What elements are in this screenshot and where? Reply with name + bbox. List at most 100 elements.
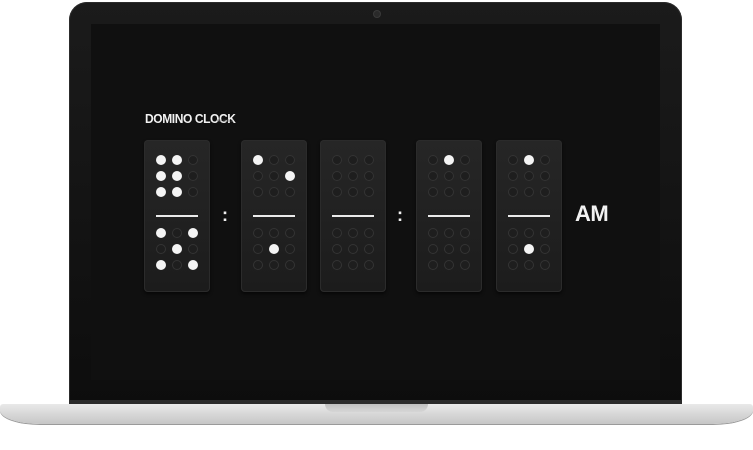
pip-on xyxy=(285,171,295,181)
pip-off xyxy=(285,244,295,254)
pip-off xyxy=(285,155,295,165)
pip-on xyxy=(444,155,454,165)
pip-off xyxy=(156,244,166,254)
pip-off xyxy=(269,155,279,165)
pip-on xyxy=(156,228,166,238)
pip-on xyxy=(156,260,166,270)
pip-on xyxy=(172,171,182,181)
domino-bottom-half xyxy=(508,226,550,280)
pip-off xyxy=(540,155,550,165)
pip-off xyxy=(172,260,182,270)
domino-tile xyxy=(416,140,482,292)
pip-off xyxy=(269,228,279,238)
pip-off xyxy=(428,260,438,270)
domino-top-half xyxy=(428,153,470,207)
pip-off xyxy=(188,244,198,254)
pip-off xyxy=(285,260,295,270)
domino-top-half xyxy=(253,153,295,207)
pip-off xyxy=(364,260,374,270)
pip-off xyxy=(524,228,534,238)
pip-off xyxy=(348,244,358,254)
domino-tile xyxy=(144,140,210,292)
pip-off xyxy=(364,187,374,197)
pip-off xyxy=(364,155,374,165)
domino-divider xyxy=(332,215,374,217)
pip-off xyxy=(460,187,470,197)
pip-on xyxy=(156,187,166,197)
pip-off xyxy=(285,228,295,238)
pip-off xyxy=(540,187,550,197)
pip-off xyxy=(428,155,438,165)
domino-divider xyxy=(253,215,295,217)
pip-off xyxy=(332,244,342,254)
pip-off xyxy=(285,187,295,197)
pip-off xyxy=(253,228,263,238)
pip-off xyxy=(188,187,198,197)
pip-off xyxy=(364,171,374,181)
domino-divider xyxy=(508,215,550,217)
pip-on xyxy=(172,155,182,165)
pip-off xyxy=(348,171,358,181)
pip-off xyxy=(364,228,374,238)
clock-separator: : xyxy=(397,205,403,225)
meridiem-label: AM xyxy=(575,201,609,226)
pip-off xyxy=(508,155,518,165)
pip-on xyxy=(188,228,198,238)
pip-off xyxy=(348,187,358,197)
pip-off xyxy=(332,260,342,270)
camera-icon xyxy=(374,11,380,17)
pip-off xyxy=(428,187,438,197)
pip-off xyxy=(269,171,279,181)
pip-off xyxy=(524,260,534,270)
pip-off xyxy=(332,228,342,238)
pip-off xyxy=(428,244,438,254)
pip-off xyxy=(444,171,454,181)
domino-top-half xyxy=(156,153,198,207)
pip-off xyxy=(540,228,550,238)
pip-off xyxy=(444,228,454,238)
domino-tile xyxy=(241,140,307,292)
pip-off xyxy=(332,155,342,165)
pip-off xyxy=(540,171,550,181)
pip-off xyxy=(524,187,534,197)
domino-top-half xyxy=(508,153,550,207)
pip-off xyxy=(188,171,198,181)
pip-off xyxy=(332,171,342,181)
pip-off xyxy=(444,244,454,254)
pip-on xyxy=(253,155,263,165)
domino-divider xyxy=(156,215,198,217)
pip-off xyxy=(508,171,518,181)
pip-off xyxy=(460,171,470,181)
pip-off xyxy=(348,228,358,238)
pip-off xyxy=(460,155,470,165)
domino-bottom-half xyxy=(332,226,374,280)
pip-off xyxy=(253,187,263,197)
pip-off xyxy=(188,155,198,165)
pip-off xyxy=(508,228,518,238)
laptop-notch xyxy=(325,404,428,412)
pip-off xyxy=(444,187,454,197)
pip-off xyxy=(172,228,182,238)
pip-off xyxy=(524,171,534,181)
pip-on xyxy=(156,171,166,181)
pip-off xyxy=(253,260,263,270)
pip-off xyxy=(332,187,342,197)
domino-tile xyxy=(496,140,562,292)
pip-on xyxy=(524,244,534,254)
pip-on xyxy=(269,244,279,254)
pip-off xyxy=(428,171,438,181)
pip-off xyxy=(364,244,374,254)
app-subtitle: BY MR.X xyxy=(217,118,234,123)
pip-off xyxy=(508,244,518,254)
pip-off xyxy=(508,187,518,197)
pip-off xyxy=(253,171,263,181)
clock-separator: : xyxy=(222,205,228,225)
domino-tile xyxy=(320,140,386,292)
pip-off xyxy=(253,244,263,254)
pip-off xyxy=(269,260,279,270)
pip-off xyxy=(348,260,358,270)
pip-on xyxy=(156,155,166,165)
pip-off xyxy=(508,260,518,270)
domino-bottom-half xyxy=(428,226,470,280)
pip-on xyxy=(172,244,182,254)
